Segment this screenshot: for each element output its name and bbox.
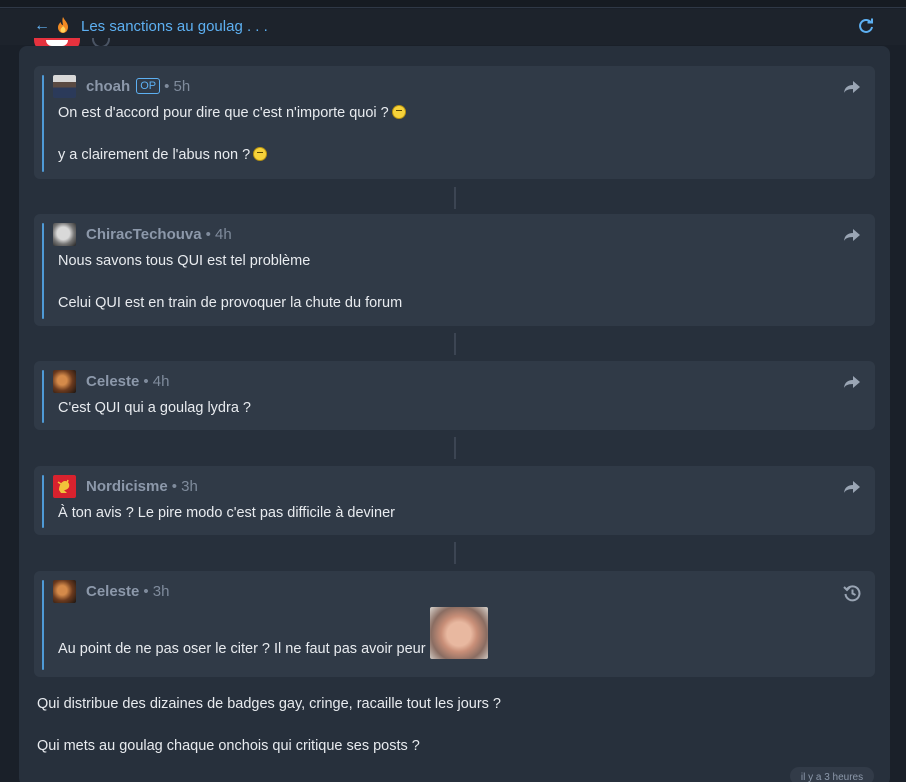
- post-body-line: Qui mets au goulag chaque onchois qui cr…: [37, 738, 420, 754]
- post-time: • 4h: [143, 373, 170, 390]
- quote-author[interactable]: Celeste • 3h: [86, 583, 169, 600]
- topic-header: ← Les sanctions au goulag . . .: [0, 9, 906, 45]
- back-arrow-icon[interactable]: ←: [34, 17, 50, 35]
- quote-bar: [42, 370, 44, 423]
- post-time: • 5h: [164, 78, 191, 95]
- quote-line: y a clairement de l'abus non ?: [58, 147, 268, 163]
- quote-text: On est d'accord pour dire que c'est n'im…: [58, 105, 389, 121]
- thinking-emoji-icon: [391, 105, 406, 119]
- author-name[interactable]: Celeste: [86, 373, 139, 390]
- author-name[interactable]: Celeste: [86, 583, 139, 600]
- avatar[interactable]: [53, 580, 76, 603]
- quote-block: Celeste • 3h Au point de ne pas oser le c…: [34, 571, 875, 677]
- reaction-image[interactable]: [429, 607, 488, 659]
- post-time: • 3h: [171, 478, 198, 495]
- lion-emblem-icon: [57, 479, 70, 493]
- share-arrow-icon[interactable]: [843, 227, 861, 243]
- quote-line: On est d'accord pour dire que c'est n'im…: [58, 105, 406, 121]
- post-time: • 3h: [143, 583, 170, 600]
- quote-block: ChiracTechouva • 4h Nous savons tous QUI …: [34, 214, 875, 326]
- timestamp-pill: il y a 3 heures: [790, 767, 874, 782]
- avatar[interactable]: [53, 370, 76, 393]
- quote-author[interactable]: ChiracTechouva • 4h: [86, 226, 232, 243]
- quote-text: y a clairement de l'abus non ?: [58, 147, 251, 163]
- quote-line: C'est QUI qui a goulag lydra ?: [58, 400, 251, 416]
- quote-block: Nordicisme • 3h À ton avis ? Le pire modo…: [34, 466, 875, 535]
- quote-block: choah OP • 5h On est d'accord pour dire qu…: [34, 66, 875, 179]
- topic-title[interactable]: Les sanctions au goulag . . .: [81, 18, 268, 35]
- op-badge: OP: [136, 78, 161, 94]
- thinking-emoji-icon: [253, 147, 268, 161]
- avatar[interactable]: [53, 475, 76, 498]
- author-name[interactable]: choah: [86, 78, 130, 95]
- quote-author[interactable]: choah OP • 5h: [86, 78, 190, 95]
- avatar[interactable]: [53, 223, 76, 246]
- quote-line: Celui QUI est en train de provoquer la c…: [58, 295, 403, 311]
- quote-line: Au point de ne pas oser le citer ? Il ne…: [58, 607, 488, 659]
- quote-block: Celeste • 4h C'est QUI qui a goulag lydra…: [34, 361, 875, 430]
- quote-text: Au point de ne pas oser le citer ? Il ne…: [58, 641, 426, 657]
- share-arrow-icon[interactable]: [843, 79, 861, 95]
- quote-bar: [42, 75, 44, 172]
- author-name[interactable]: Nordicisme: [86, 478, 168, 495]
- refresh-icon[interactable]: [858, 18, 874, 34]
- author-name[interactable]: ChiracTechouva: [86, 226, 202, 243]
- quote-author[interactable]: Celeste • 4h: [86, 373, 169, 390]
- avatar[interactable]: [53, 75, 76, 98]
- post-body-line: Qui distribue des dizaines de badges gay…: [37, 696, 501, 712]
- post-time: • 4h: [205, 226, 232, 243]
- history-icon[interactable]: [843, 584, 861, 602]
- quote-author[interactable]: Nordicisme • 3h: [86, 478, 198, 495]
- thread-connector: [454, 333, 456, 355]
- fire-icon: [58, 17, 68, 33]
- thread-connector: [454, 187, 456, 209]
- top-strip: [0, 0, 906, 8]
- share-arrow-icon[interactable]: [843, 374, 861, 390]
- thread-connector: [454, 437, 456, 459]
- share-arrow-icon[interactable]: [843, 479, 861, 495]
- quote-bar: [42, 580, 44, 670]
- quote-bar: [42, 475, 44, 528]
- quote-bar: [42, 223, 44, 319]
- quote-line: Nous savons tous QUI est tel problème: [58, 253, 311, 269]
- quote-line: À ton avis ? Le pire modo c'est pas diff…: [58, 505, 395, 521]
- thread-connector: [454, 542, 456, 564]
